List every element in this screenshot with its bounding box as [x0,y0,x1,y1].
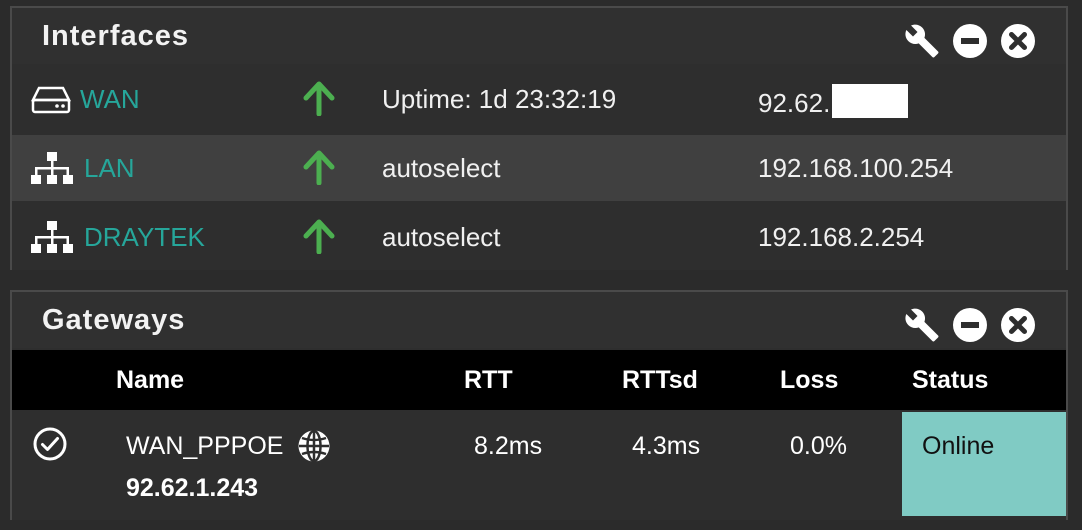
column-header-loss: Loss [780,366,839,394]
gateways-table-header: Name RTT RTTsd Loss Status [12,350,1066,410]
wrench-icon[interactable] [904,23,940,59]
gateways-title: Gateways [42,304,186,336]
interface-row-lan: LAN autoselect 192.168.100.254 [12,135,1066,201]
interface-ip: 192.168.2.254 [758,222,925,252]
check-circle-icon [33,427,67,461]
minimize-icon[interactable] [952,307,988,343]
interfaces-title: Interfaces [42,20,190,52]
interface-media: autoselect [382,153,501,183]
redacted-block [832,84,909,118]
minimize-icon[interactable] [952,23,988,59]
column-header-name: Name [116,366,185,394]
interface-link-lan[interactable]: LAN [84,153,135,184]
interface-row-wan: WAN Uptime: 1d 23:32:19 92.62. [12,66,1066,132]
interface-link-wan[interactable]: WAN [80,84,140,115]
status-badge: Online [902,412,1066,516]
gateway-loss: 0.0% [790,432,847,460]
gateways-widget: Gateways Name RTT RTTsd Loss Status WAN_… [10,290,1068,520]
interface-ip: 92.62. [758,84,909,119]
interface-ip: 192.168.100.254 [758,153,954,183]
close-icon[interactable] [1000,307,1036,343]
table-row: WAN_PPPOE 92.62.1.243 8.2ms 4.3ms 0.0% O… [12,410,1066,520]
router-icon [30,86,72,114]
gateway-name: WAN_PPPOE [126,432,284,460]
column-header-rtt: RTT [464,366,513,394]
interfaces-header: Interfaces [12,8,1066,64]
gateways-header: Gateways [12,292,1066,348]
gateway-status: Online [922,432,995,460]
network-icon [31,152,73,184]
arrow-up-icon [303,81,335,116]
interface-row-draytek: DRAYTEK autoselect 192.168.2.254 [12,204,1066,270]
arrow-up-icon [303,150,335,185]
column-header-status: Status [912,366,989,394]
globe-icon [298,429,330,463]
network-icon [31,221,73,253]
wrench-icon[interactable] [904,307,940,343]
gateway-rttsd: 4.3ms [632,432,701,460]
arrow-up-icon [303,219,335,254]
interfaces-widget: Interfaces WAN Uptime: 1d 23:32:19 92.62… [10,6,1068,270]
column-header-rttsd: RTTsd [622,366,698,394]
gateway-rtt: 8.2ms [474,432,543,460]
close-icon[interactable] [1000,23,1036,59]
interface-link-draytek[interactable]: DRAYTEK [84,222,205,253]
interface-uptime: Uptime: 1d 23:32:19 [382,84,617,114]
gateway-address: 92.62.1.243 [126,474,259,502]
interface-media: autoselect [382,222,501,252]
